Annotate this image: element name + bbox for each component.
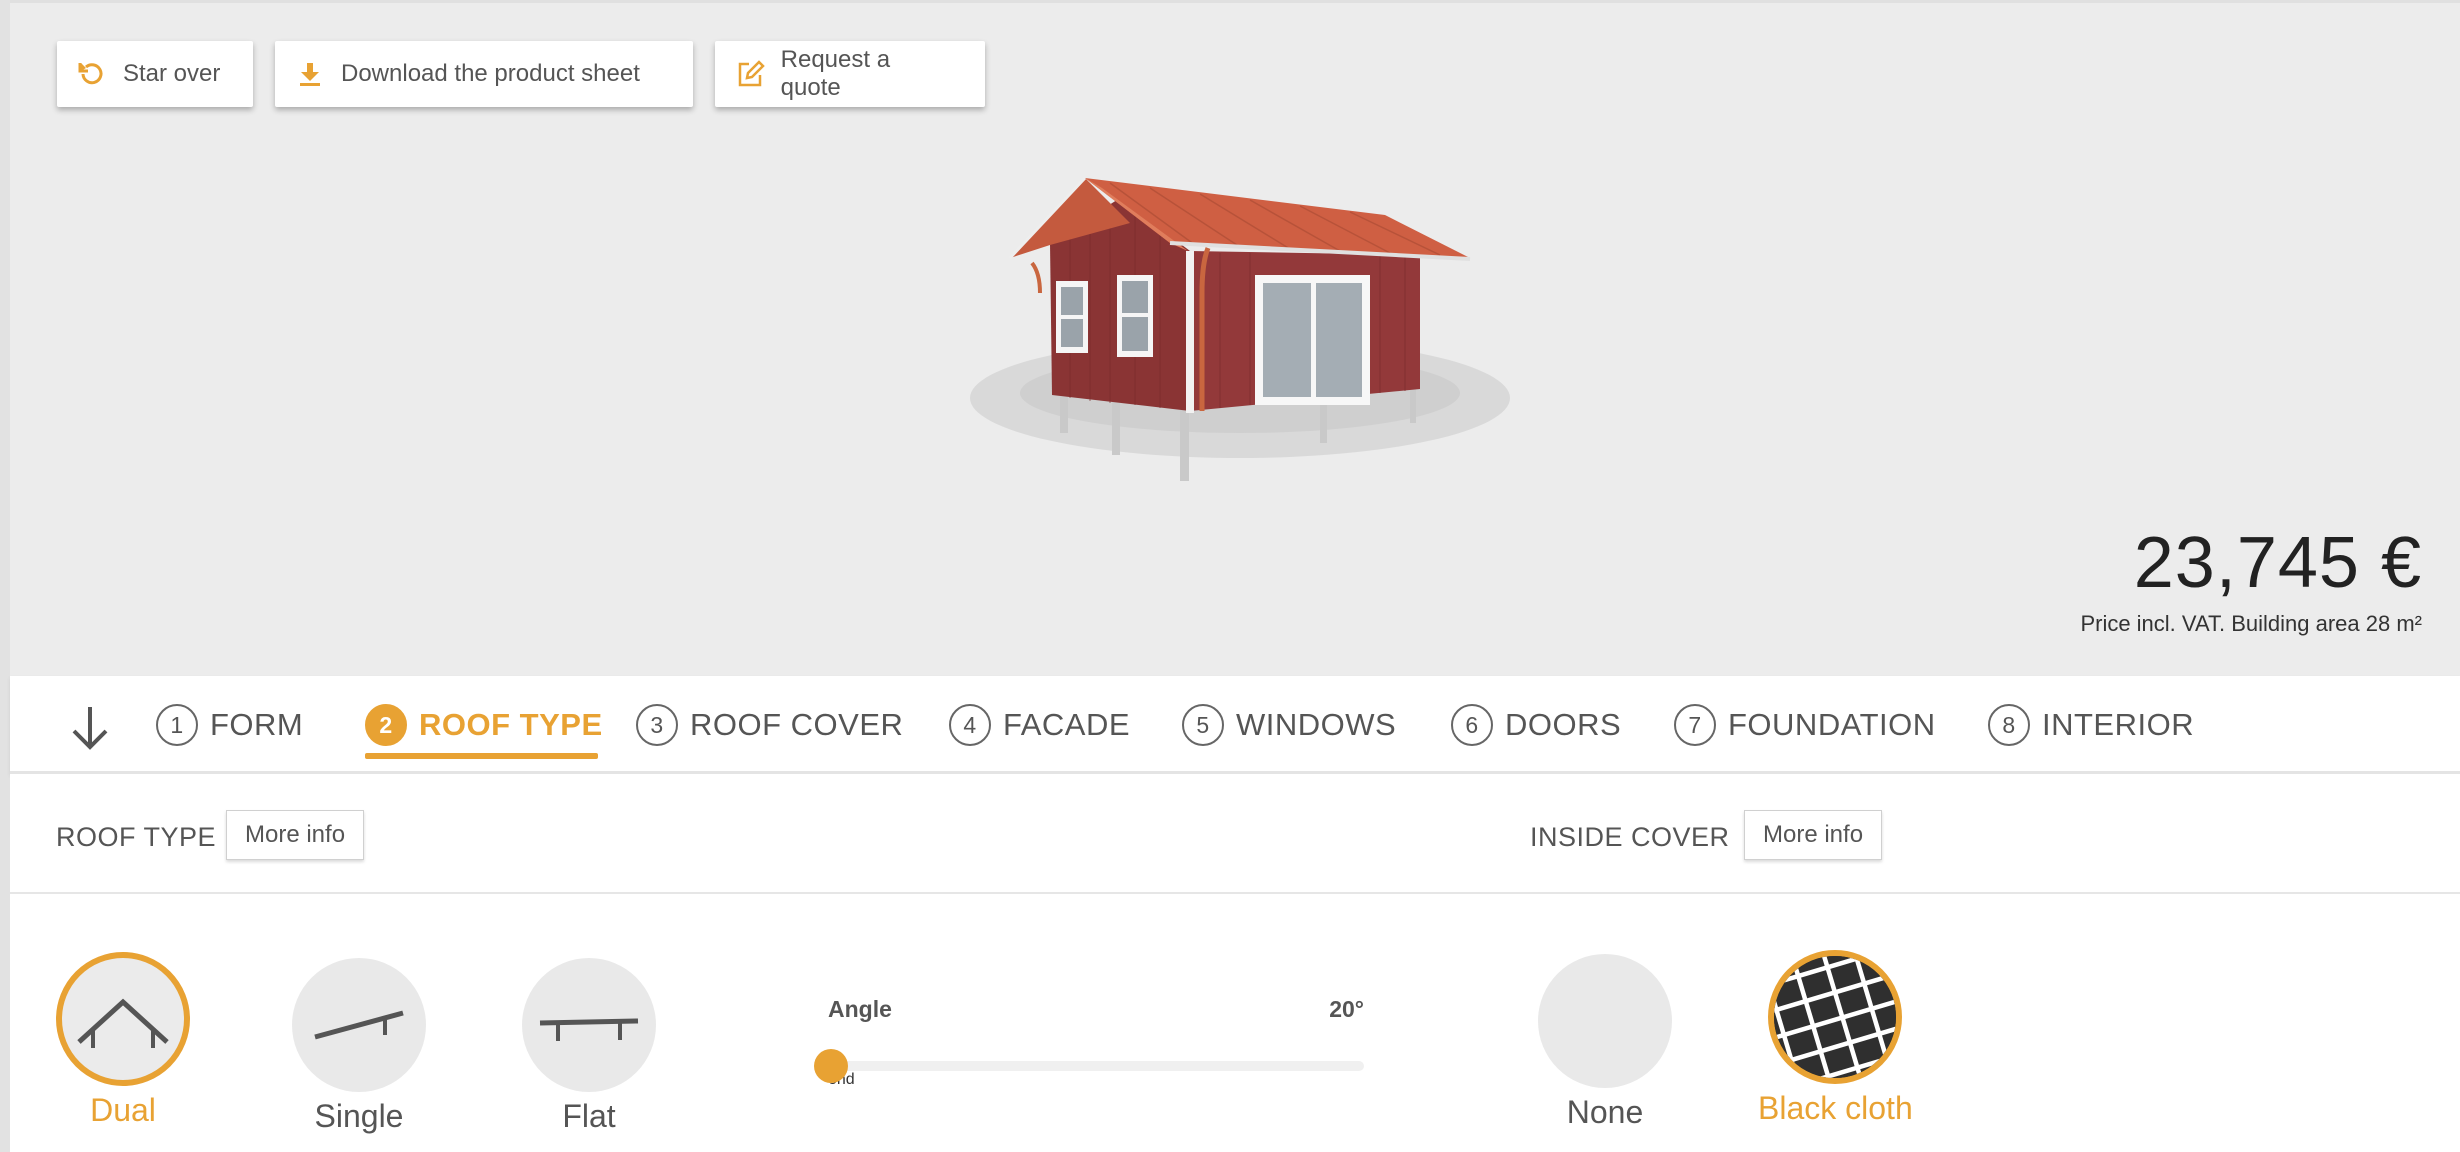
active-step-underline	[365, 753, 598, 759]
step-interior[interactable]: 8 INTERIOR	[1988, 704, 2194, 746]
arrow-down-icon[interactable]	[68, 703, 112, 753]
step-foundation[interactable]: 7 FOUNDATION	[1674, 704, 1936, 746]
inside-cover-more-info-button[interactable]: More info	[1744, 810, 1883, 860]
download-label: Download the product sheet	[341, 60, 640, 87]
angle-label: Angle	[828, 996, 892, 1022]
viewer-toolbar: Star over Download the product sheet Req…	[57, 41, 985, 107]
step-label: FOUNDATION	[1728, 707, 1936, 742]
step-facade[interactable]: 4 FACADE	[949, 704, 1130, 746]
step-roof-type[interactable]: 2 ROOF TYPE	[365, 704, 603, 746]
step-label: FACADE	[1003, 707, 1131, 742]
slider-thumb[interactable]	[814, 1049, 848, 1083]
options-panel: Dual Single Flat Angle 20° end None Blac…	[10, 896, 2460, 1152]
option-label: Dual	[90, 1092, 156, 1128]
inside-cover-heading: INSIDE COVER	[1530, 822, 1730, 852]
single-roof-icon	[292, 958, 426, 1092]
step-number: 7	[1674, 704, 1716, 746]
roof-option-flat[interactable]: Flat	[522, 958, 656, 1135]
black-cloth-icon	[1768, 950, 1903, 1084]
step-windows[interactable]: 5 WINDOWS	[1182, 704, 1396, 746]
slider-track[interactable]	[814, 1049, 1364, 1083]
price-note: Price incl. VAT. Building area 28 m²	[2080, 611, 2422, 636]
roof-angle-slider[interactable]: Angle 20° end	[814, 996, 1364, 1089]
options-section-header: ROOF TYPE More info INSIDE COVER More in…	[10, 774, 2460, 894]
price-block: 23,745 € Price incl. VAT. Building area …	[2080, 523, 2422, 637]
step-roof-cover[interactable]: 3 ROOF COVER	[636, 704, 903, 746]
option-label: Flat	[562, 1098, 616, 1134]
step-label: DOORS	[1505, 707, 1622, 742]
edit-icon	[733, 57, 767, 91]
left-edge-strip	[0, 0, 10, 1152]
roof-option-single[interactable]: Single	[292, 958, 426, 1135]
start-over-label: Star over	[123, 60, 221, 87]
step-number: 8	[1988, 704, 2030, 746]
none-option-swatch	[1538, 954, 1672, 1088]
step-number: 4	[949, 704, 991, 746]
step-label: INTERIOR	[2042, 707, 2195, 742]
request-quote-button[interactable]: Request a quote	[715, 41, 985, 107]
step-label: ROOF COVER	[690, 707, 904, 742]
step-label: WINDOWS	[1236, 707, 1397, 742]
cover-option-none[interactable]: None	[1538, 954, 1672, 1131]
house-3d-model[interactable]	[940, 163, 1520, 503]
start-over-button[interactable]: Star over	[57, 41, 253, 107]
roof-type-more-info-button[interactable]: More info	[226, 810, 365, 860]
angle-value: 20°	[1329, 996, 1364, 1022]
dual-roof-icon	[56, 952, 190, 1086]
step-number: 2	[365, 704, 407, 746]
flat-roof-icon	[522, 958, 656, 1092]
roof-type-heading: ROOF TYPE	[56, 822, 217, 852]
step-doors[interactable]: 6 DOORS	[1451, 704, 1621, 746]
roof-option-dual[interactable]: Dual	[56, 952, 190, 1129]
configurator-steps: 1 FORM 2 ROOF TYPE 3 ROOF COVER 4 FACADE…	[10, 676, 2460, 774]
download-product-sheet-button[interactable]: Download the product sheet	[275, 41, 693, 107]
option-label: None	[1566, 1094, 1644, 1130]
step-label: ROOF TYPE	[419, 707, 603, 742]
step-number: 1	[156, 704, 198, 746]
total-price: 23,745 €	[2133, 523, 2422, 603]
request-quote-label: Request a quote	[780, 46, 891, 101]
cover-option-black-cloth[interactable]: Black cloth	[1758, 950, 1913, 1127]
step-form[interactable]: 1 FORM	[156, 704, 303, 746]
step-label: FORM	[210, 707, 304, 742]
restart-icon	[75, 57, 109, 91]
step-number: 5	[1182, 704, 1224, 746]
download-icon	[293, 57, 327, 91]
step-number: 3	[636, 704, 678, 746]
option-label: Black cloth	[1758, 1090, 1913, 1126]
step-number: 6	[1451, 704, 1493, 746]
option-label: Single	[314, 1098, 404, 1134]
3d-viewer[interactable]: Star over Download the product sheet Req…	[10, 0, 2460, 676]
